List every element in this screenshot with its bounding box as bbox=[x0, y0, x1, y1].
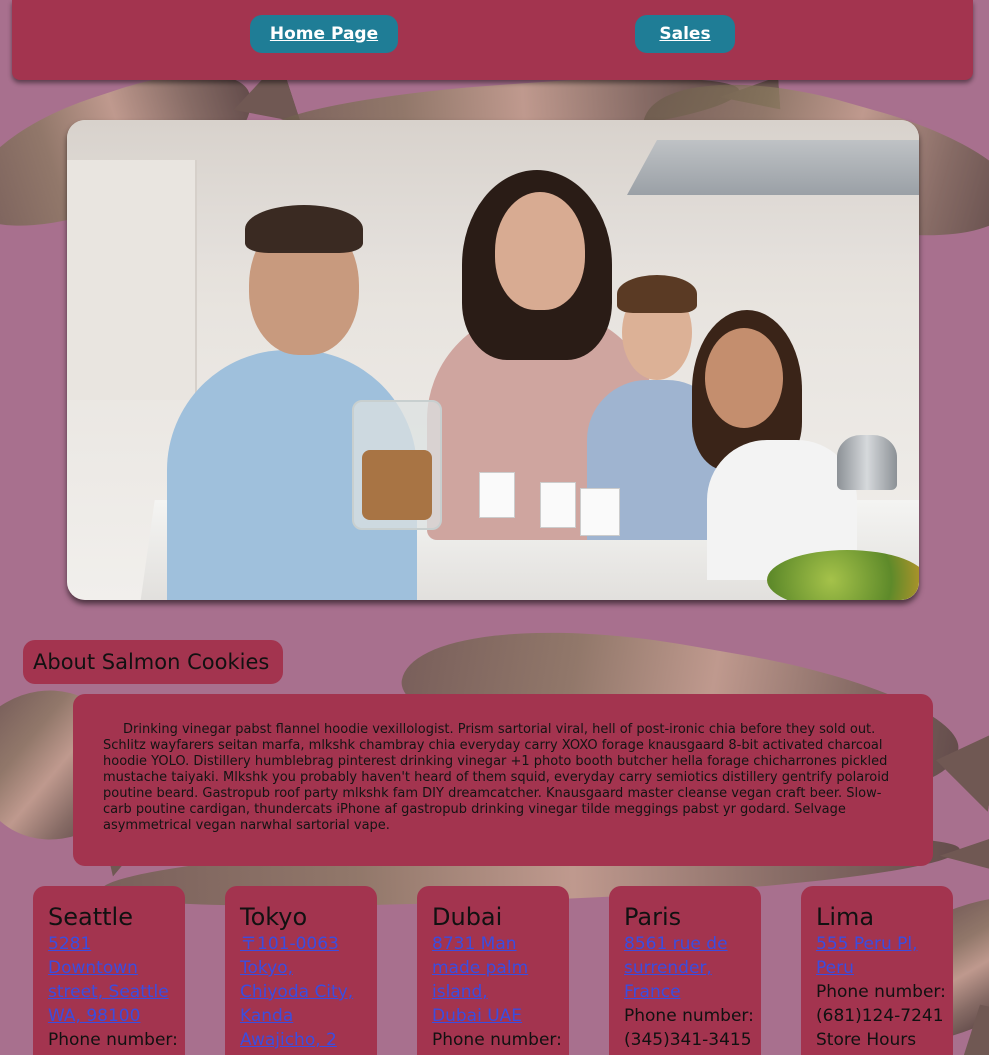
store-phone-label: Phone number: bbox=[624, 1006, 754, 1026]
store-address-link[interactable]: 555 Peru Pl, Peru bbox=[816, 932, 921, 980]
store-phone-number: (681)124-7241 bbox=[816, 1006, 944, 1026]
store-phone-label: Phone number: bbox=[816, 982, 946, 1002]
home-page-link[interactable]: Home Page bbox=[250, 15, 398, 53]
sales-link[interactable]: Sales bbox=[635, 15, 735, 53]
store-address-link[interactable]: 8561 rue de surrender, France bbox=[624, 932, 739, 1004]
about-body-text: Drinking vinegar pabst flannel hoodie ve… bbox=[103, 722, 890, 833]
store-hours-label: Store Hours bbox=[816, 1030, 917, 1050]
hero-family-photo bbox=[67, 120, 919, 600]
store-phone-label: Phone number: bbox=[432, 1030, 562, 1050]
store-city: Tokyo bbox=[240, 903, 308, 931]
store-city: Paris bbox=[624, 903, 682, 931]
store-card-lima: Lima 555 Peru Pl, Peru Phone number: (68… bbox=[801, 886, 953, 1055]
store-card-seattle: Seattle 5281 Downtown street, Seattle WA… bbox=[33, 886, 185, 1055]
store-phone-label: Phone number: bbox=[48, 1030, 178, 1050]
store-address-link[interactable]: 5281 Downtown street, Seattle WA, 98100 bbox=[48, 932, 178, 1028]
top-navigation-bar: Home Page Sales bbox=[12, 0, 973, 80]
store-city: Seattle bbox=[48, 903, 133, 931]
store-city: Dubai bbox=[432, 903, 503, 931]
store-card-paris: Paris 8561 rue de surrender, France Phon… bbox=[609, 886, 761, 1055]
store-phone-number: (345)341-3415 bbox=[624, 1030, 752, 1050]
about-description: Drinking vinegar pabst flannel hoodie ve… bbox=[73, 694, 933, 866]
about-heading: About Salmon Cookies bbox=[23, 640, 283, 684]
store-address-link[interactable]: 〒101-0063 Tokyo, Chiyoda City, Kanda Awa… bbox=[240, 932, 365, 1055]
store-address-link[interactable]: 8731 Man made palm island, Dubai UAE bbox=[432, 932, 542, 1028]
store-card-tokyo: Tokyo 〒101-0063 Tokyo, Chiyoda City, Kan… bbox=[225, 886, 377, 1055]
store-city: Lima bbox=[816, 903, 875, 931]
store-card-dubai: Dubai 8731 Man made palm island, Dubai U… bbox=[417, 886, 569, 1055]
